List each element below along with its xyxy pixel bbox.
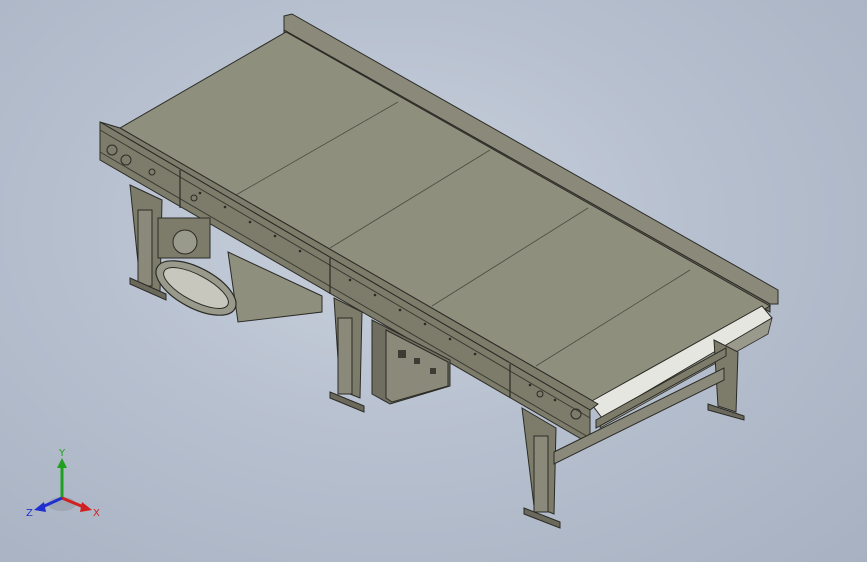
control-switch <box>398 350 406 358</box>
view-orientation-triad[interactable]: Y X Z <box>22 446 112 526</box>
x-axis-label: X <box>93 508 100 519</box>
support-leg-middle <box>329 297 365 413</box>
z-axis-arrow <box>34 502 46 512</box>
control-switch <box>430 368 436 374</box>
drive-pulley <box>172 229 198 255</box>
control-switch <box>414 358 420 364</box>
y-axis-label: Y <box>58 448 66 459</box>
conveyor-model[interactable] <box>0 0 867 562</box>
support-leg-right-near <box>521 407 561 529</box>
graphics-viewport[interactable]: Y X Z <box>0 0 867 562</box>
z-axis-label: Z <box>26 508 33 519</box>
x-axis-arrow <box>80 502 92 512</box>
y-axis-arrow <box>57 458 67 468</box>
